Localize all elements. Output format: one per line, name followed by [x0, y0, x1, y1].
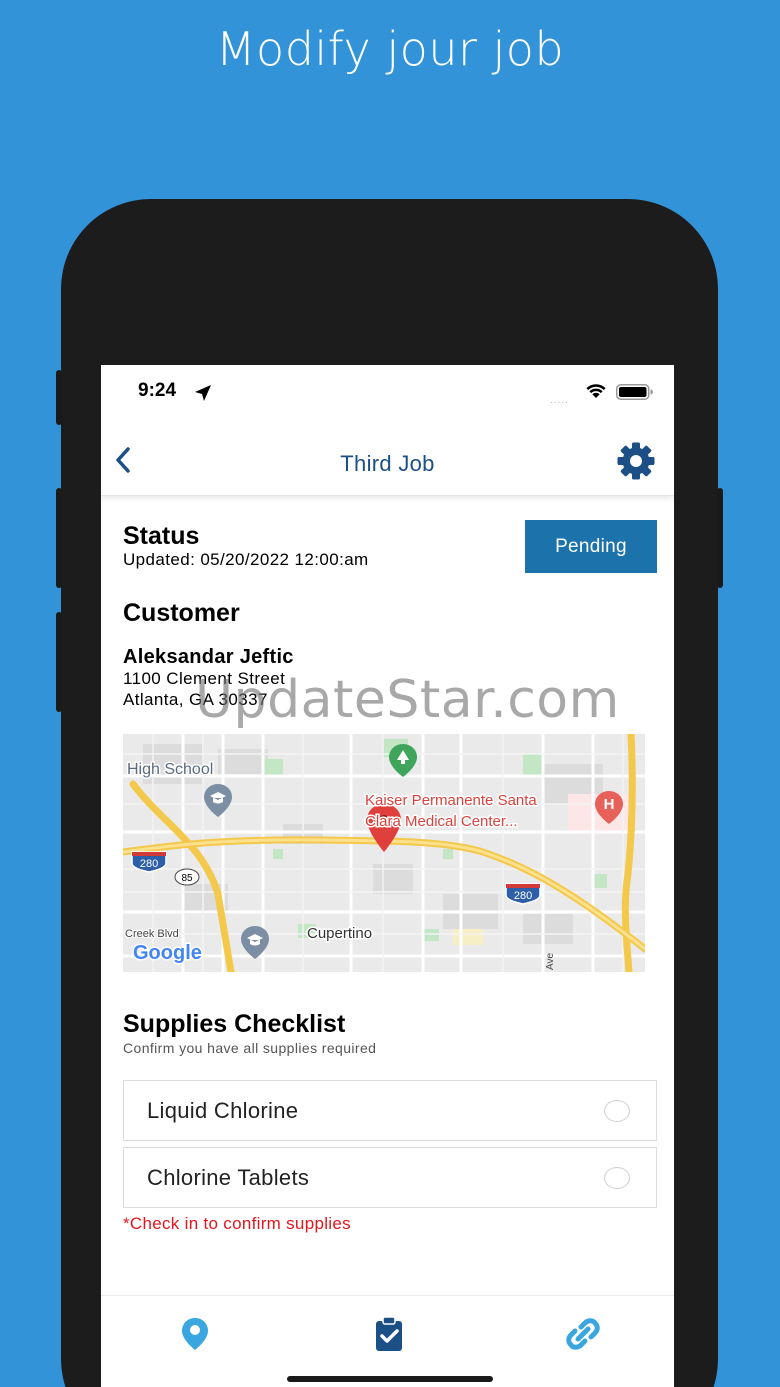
- map-label-hospital-1: Kaiser Permanente Santa: [365, 792, 537, 809]
- gear-icon[interactable]: [614, 441, 658, 481]
- customer-map[interactable]: H 280 280 85 High School Kaiser Permanen…: [123, 734, 645, 972]
- supplies-subtitle: Confirm you have all supplies required: [123, 1040, 377, 1056]
- map-label-street: Creek Blvd: [125, 928, 179, 940]
- map-label-school: High School: [127, 761, 213, 778]
- supplies-heading: Supplies Checklist: [123, 1010, 346, 1038]
- phone-mute-switch: [56, 370, 62, 425]
- promo-headline: Modify jour job: [215, 22, 565, 76]
- supply-checkbox[interactable]: [604, 1167, 630, 1189]
- supply-checkbox[interactable]: [604, 1100, 630, 1122]
- nav-bar: Third Job: [101, 419, 674, 496]
- customer-name: Aleksandar Jeftic: [123, 646, 294, 668]
- status-bar: 9:24 .....: [101, 365, 674, 419]
- map-label-ave: Ave: [545, 953, 556, 970]
- app-screen: 9:24 ..... Third Job Status Updated: 05/…: [101, 365, 674, 1387]
- phone-power-button: [717, 488, 723, 588]
- customer-street: 1100 Clement Street: [123, 669, 286, 688]
- google-logo: Google: [133, 942, 202, 964]
- customer-city: Atlanta, GA 30337: [123, 690, 268, 709]
- link-icon[interactable]: [563, 1314, 603, 1354]
- status-time: 9:24: [138, 380, 177, 401]
- cellular-signal-icon: .....: [550, 395, 569, 406]
- supplies-warning: *Check in to confirm supplies: [123, 1214, 351, 1233]
- phone-volume-up-button: [56, 488, 62, 588]
- home-indicator: [287, 1376, 493, 1382]
- supply-item-label: Chlorine Tablets: [147, 1165, 310, 1190]
- map-label-hospital-2: Clara Medical Center...: [365, 813, 518, 830]
- map-pin-icon[interactable]: [175, 1314, 215, 1354]
- map-shield-280-b: 280: [505, 883, 541, 905]
- location-arrow-icon: [195, 385, 211, 401]
- clipboard-check-icon[interactable]: [369, 1314, 409, 1354]
- customer-heading: Customer: [123, 599, 240, 627]
- map-canvas: H 280 280 85 High School Kaiser Permanen…: [123, 734, 645, 972]
- supply-item-liquid-chlorine[interactable]: Liquid Chlorine: [123, 1080, 657, 1141]
- tab-bar: [101, 1295, 674, 1387]
- status-heading: Status: [123, 522, 200, 550]
- svg-text:H: H: [604, 796, 615, 813]
- map-shield-280-b-label: 280: [514, 890, 532, 902]
- pending-status-button[interactable]: Pending: [525, 520, 657, 573]
- battery-icon: [616, 384, 653, 400]
- wifi-icon: [586, 384, 606, 398]
- supply-item-chlorine-tablets[interactable]: Chlorine Tablets: [123, 1147, 657, 1208]
- map-shield-85: 85: [174, 868, 200, 886]
- map-label-city: Cupertino: [307, 925, 372, 942]
- page-title: Third Job: [340, 451, 435, 476]
- map-shield-280-a-label: 280: [140, 858, 158, 870]
- map-shield-85-label: 85: [181, 873, 193, 884]
- phone-volume-down-button: [56, 612, 62, 712]
- map-shield-280-a: 280: [131, 851, 167, 873]
- status-updated-text: Updated: 05/20/2022 12:00:am: [123, 550, 369, 569]
- supply-item-label: Liquid Chlorine: [147, 1098, 299, 1123]
